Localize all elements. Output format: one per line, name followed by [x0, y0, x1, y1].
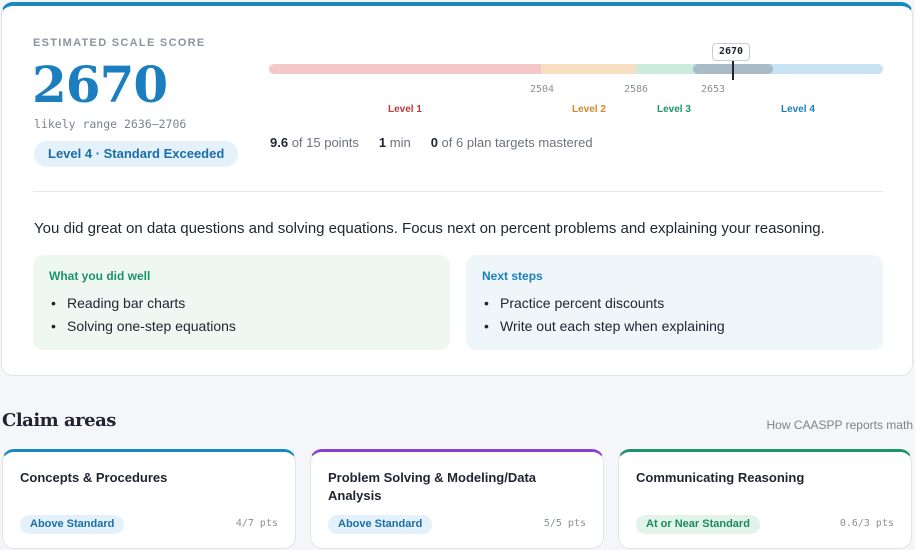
- time-suffix: min: [386, 135, 411, 150]
- claim-status-badge: Above Standard: [328, 515, 433, 534]
- cut-score-label: 2504: [530, 84, 555, 95]
- level-badge: Level 4 · Standard Exceeded: [34, 141, 239, 167]
- scale-score: 2670: [32, 55, 168, 114]
- claim-card-communicating[interactable]: Communicating Reasoning At or Near Stand…: [618, 449, 912, 549]
- claim-points: 0.6/3 pts: [839, 518, 894, 529]
- claim-areas-heading: Claim areas: [2, 410, 116, 431]
- list-item: Reading bar charts: [49, 292, 434, 315]
- cut-score-label: 2586: [624, 84, 649, 95]
- level-1-label: Level 1: [388, 104, 422, 115]
- claim-status-badge: At or Near Standard: [636, 515, 760, 534]
- points-suffix: of 15 points: [288, 135, 359, 150]
- level-2-label: Level 2: [572, 104, 606, 115]
- level-3-label: Level 3: [657, 104, 691, 115]
- claim-card-concepts[interactable]: Concepts & Procedures Above Standard 4/7…: [2, 449, 296, 549]
- level-3-segment: [636, 64, 694, 74]
- score-stats: 9.6 of 15 points 1 min 0 of 6 plan targets…: [270, 135, 593, 150]
- feedback-summary: You did great on data questions and solv…: [34, 220, 825, 237]
- targets-suffix: of 6 plan targets mastered: [437, 135, 593, 150]
- claim-name: Problem Solving & Modeling/Data Analysis: [328, 470, 537, 503]
- next-steps-panel: Next steps Practice percent discounts Wr…: [466, 255, 883, 350]
- level-2-segment: [541, 64, 636, 74]
- claim-name: Communicating Reasoning: [636, 470, 805, 485]
- did-well-title: What you did well: [49, 269, 151, 283]
- divider: [33, 191, 883, 192]
- level-1-segment: [269, 64, 541, 74]
- level-4-label: Level 4: [781, 104, 815, 115]
- cut-score-label: 2653: [701, 84, 726, 95]
- score-marker-label: 2670: [712, 43, 751, 61]
- claim-points: 4/7 pts: [235, 518, 278, 529]
- list-item: Solving one-step equations: [49, 315, 434, 338]
- did-well-panel: What you did well Reading bar charts Sol…: [33, 255, 450, 350]
- caaspp-info-link[interactable]: How CAASPP reports math: [766, 418, 913, 432]
- likely-range: likely range 2636–2706: [34, 117, 187, 131]
- targets-value: 0: [430, 135, 438, 150]
- points-value: 9.6: [270, 135, 289, 150]
- claim-card-problem-solving[interactable]: Problem Solving & Modeling/Data Analysis…: [310, 449, 604, 549]
- score-card: ESTIMATED SCALE SCORE 2670 likely range …: [1, 2, 913, 376]
- score-level-bar: [269, 58, 883, 80]
- next-steps-title: Next steps: [482, 269, 543, 283]
- claim-status-badge: Above Standard: [20, 515, 125, 534]
- score-eyebrow: ESTIMATED SCALE SCORE: [33, 37, 206, 49]
- claim-name: Concepts & Procedures: [20, 470, 168, 485]
- score-marker: [732, 58, 734, 80]
- did-well-list: Reading bar charts Solving one-step equa…: [49, 292, 434, 338]
- claim-points: 5/5 pts: [543, 518, 586, 529]
- next-steps-list: Practice percent discounts Write out eac…: [482, 292, 867, 338]
- list-item: Write out each step when explaining: [482, 315, 867, 338]
- list-item: Practice percent discounts: [482, 292, 867, 315]
